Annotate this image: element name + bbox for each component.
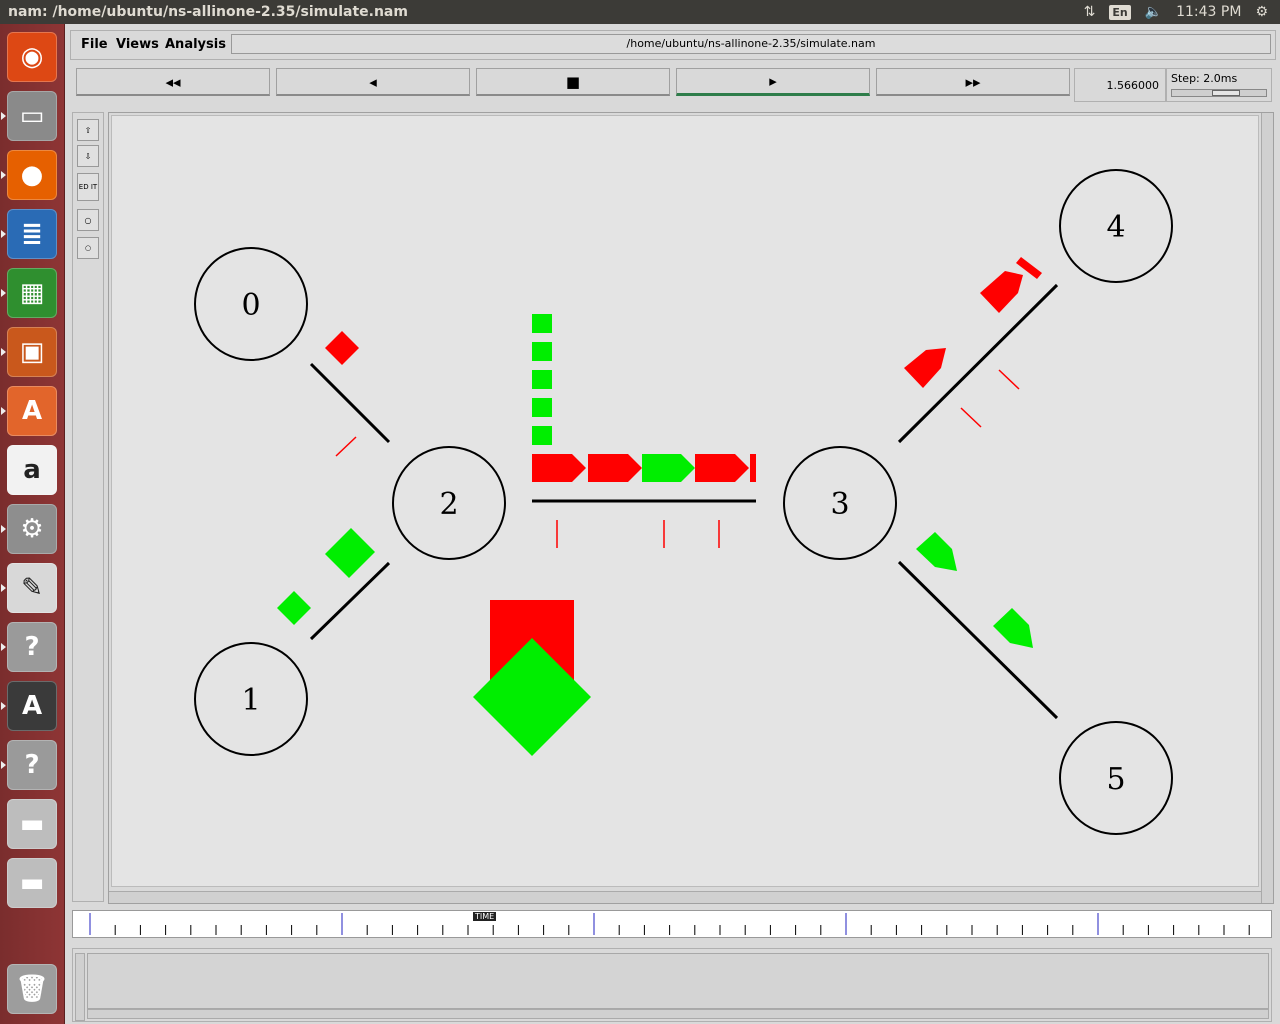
queued-packet-green	[532, 342, 552, 361]
launcher: ◉ ▭ ● ≣ ▦ ▣ Aa ⚙ ✎? A? ▬ ▬ 🗑	[0, 24, 65, 1024]
menu-analysis[interactable]: Analysis	[165, 37, 226, 52]
panel-indicators: ⇅ En 🔈 11:43 PM ⚙	[1084, 0, 1280, 24]
menu-views[interactable]: Views	[116, 37, 159, 52]
top-panel: nam: /home/ubuntu/ns-allinone-2.35/simul…	[0, 0, 1280, 24]
node-label-0: 0	[241, 288, 260, 323]
node-label-1: 1	[241, 683, 260, 718]
network-icon[interactable]: ⇅	[1084, 4, 1096, 20]
queued-packet-green	[532, 426, 552, 445]
timeline-ticks	[89, 913, 1275, 935]
annotation-horizontal-scrollbar[interactable]	[87, 1009, 1269, 1019]
node-label-5: 5	[1106, 762, 1125, 797]
impress-icon[interactable]: ▣	[7, 327, 57, 377]
ubuntu-dash-icon[interactable]: ◉	[7, 32, 57, 82]
drive-icon-2[interactable]: ▬	[7, 858, 57, 908]
playback-controls: ◂◂ ◂ ■ ▸ ▸▸ 1.566000 Step: 2.0ms	[70, 64, 1276, 104]
stop-button[interactable]: ■	[476, 68, 670, 96]
annotation-panel	[72, 948, 1272, 1022]
small-circle-icon[interactable]: ○	[77, 237, 99, 259]
packet-green	[642, 454, 695, 482]
packet-green	[993, 608, 1033, 648]
vertical-scrollbar[interactable]	[1261, 113, 1273, 903]
play-button[interactable]: ▸	[676, 68, 870, 96]
packet-red	[588, 454, 642, 482]
running-indicator	[1, 112, 6, 120]
amazon-icon[interactable]: a	[7, 445, 57, 495]
timeline-slider[interactable]: TIME	[72, 910, 1275, 938]
fast-forward-button[interactable]: ▸▸	[876, 68, 1070, 96]
running-indicator	[1, 702, 6, 710]
nam-window: File Views Analysis /home/ubuntu/ns-alli…	[66, 24, 1280, 1024]
packet-red	[980, 271, 1023, 313]
running-indicator	[1, 230, 6, 238]
menu-file[interactable]: File	[81, 37, 108, 52]
node-label-4: 4	[1106, 210, 1125, 245]
node-label-3: 3	[830, 487, 849, 522]
drop-mark	[335, 436, 357, 457]
step-label: Step: 2.0ms	[1171, 72, 1238, 85]
annotation-vertical-scrollbar[interactable]	[75, 953, 85, 1021]
packet-red	[532, 454, 586, 482]
step-back-button[interactable]: ◂	[276, 68, 470, 96]
packet-red	[695, 454, 749, 482]
packet-green	[325, 528, 375, 578]
unknown-app-icon-2[interactable]: ?	[7, 740, 57, 790]
running-indicator	[1, 643, 6, 651]
node-label-2: 2	[439, 487, 458, 522]
clock[interactable]: 11:43 PM	[1176, 4, 1241, 20]
drop-mark	[998, 369, 1020, 390]
menubar: File Views Analysis /home/ubuntu/ns-alli…	[70, 30, 1276, 60]
unknown-app-icon[interactable]: ?	[7, 622, 57, 672]
edit-button[interactable]: ED IT	[77, 173, 99, 201]
keyboard-layout-indicator[interactable]: En	[1109, 4, 1131, 20]
step-control: Step: 2.0ms	[1166, 68, 1272, 102]
running-indicator	[1, 407, 6, 415]
drive-icon[interactable]: ▬	[7, 799, 57, 849]
window-title: nam: /home/ubuntu/ns-allinone-2.35/simul…	[8, 4, 408, 20]
file-path-display: /home/ubuntu/ns-allinone-2.35/simulate.n…	[231, 34, 1271, 54]
running-indicator	[1, 348, 6, 356]
edit-toolbar: ⇧ ⇩ ED IT ○ ○	[72, 112, 104, 902]
timeline-thumb[interactable]: TIME	[473, 912, 497, 921]
queued-packet-green	[532, 398, 552, 417]
software-center-icon[interactable]: A	[7, 386, 57, 436]
trash-icon[interactable]: 🗑	[7, 964, 57, 1014]
packet-green	[277, 591, 311, 625]
queued-packet-green	[532, 370, 552, 389]
text-editor-icon[interactable]: ✎	[7, 563, 57, 613]
system-settings-icon[interactable]: ⚙	[7, 504, 57, 554]
files-icon[interactable]: ▭	[7, 91, 57, 141]
software-updater-icon[interactable]: A	[7, 681, 57, 731]
running-indicator	[1, 761, 6, 769]
packet-red	[325, 331, 359, 365]
annotation-list[interactable]	[87, 953, 1269, 1009]
step-slider[interactable]	[1171, 89, 1267, 97]
step-slider-thumb[interactable]	[1212, 90, 1240, 96]
network-topology: 0 1 2 3 4 5	[194, 169, 1173, 835]
running-indicator	[1, 584, 6, 592]
zoom-out-icon[interactable]: ⇩	[77, 145, 99, 167]
running-indicator	[1, 525, 6, 533]
drop-mark	[960, 407, 982, 428]
link-0-2	[309, 362, 391, 444]
rewind-button[interactable]: ◂◂	[76, 68, 270, 96]
animation-canvas[interactable]: 0 1 2 3 4 5	[111, 115, 1259, 887]
calc-icon[interactable]: ▦	[7, 268, 57, 318]
large-circle-icon[interactable]: ○	[77, 209, 99, 231]
packet-red	[750, 454, 756, 482]
running-indicator	[1, 289, 6, 297]
animation-frame: 0 1 2 3 4 5	[108, 112, 1274, 904]
packet-green	[916, 532, 957, 571]
power-gear-icon[interactable]: ⚙	[1255, 4, 1268, 20]
packet-red	[904, 348, 946, 388]
firefox-icon[interactable]: ●	[7, 150, 57, 200]
writer-icon[interactable]: ≣	[7, 209, 57, 259]
volume-icon[interactable]: 🔈	[1145, 4, 1162, 20]
horizontal-scrollbar[interactable]	[109, 891, 1261, 903]
running-indicator	[1, 171, 6, 179]
current-time: 1.566000	[1074, 68, 1166, 102]
zoom-in-icon[interactable]: ⇧	[77, 119, 99, 141]
queued-packet-green	[532, 314, 552, 333]
link-3-5	[897, 560, 1059, 720]
